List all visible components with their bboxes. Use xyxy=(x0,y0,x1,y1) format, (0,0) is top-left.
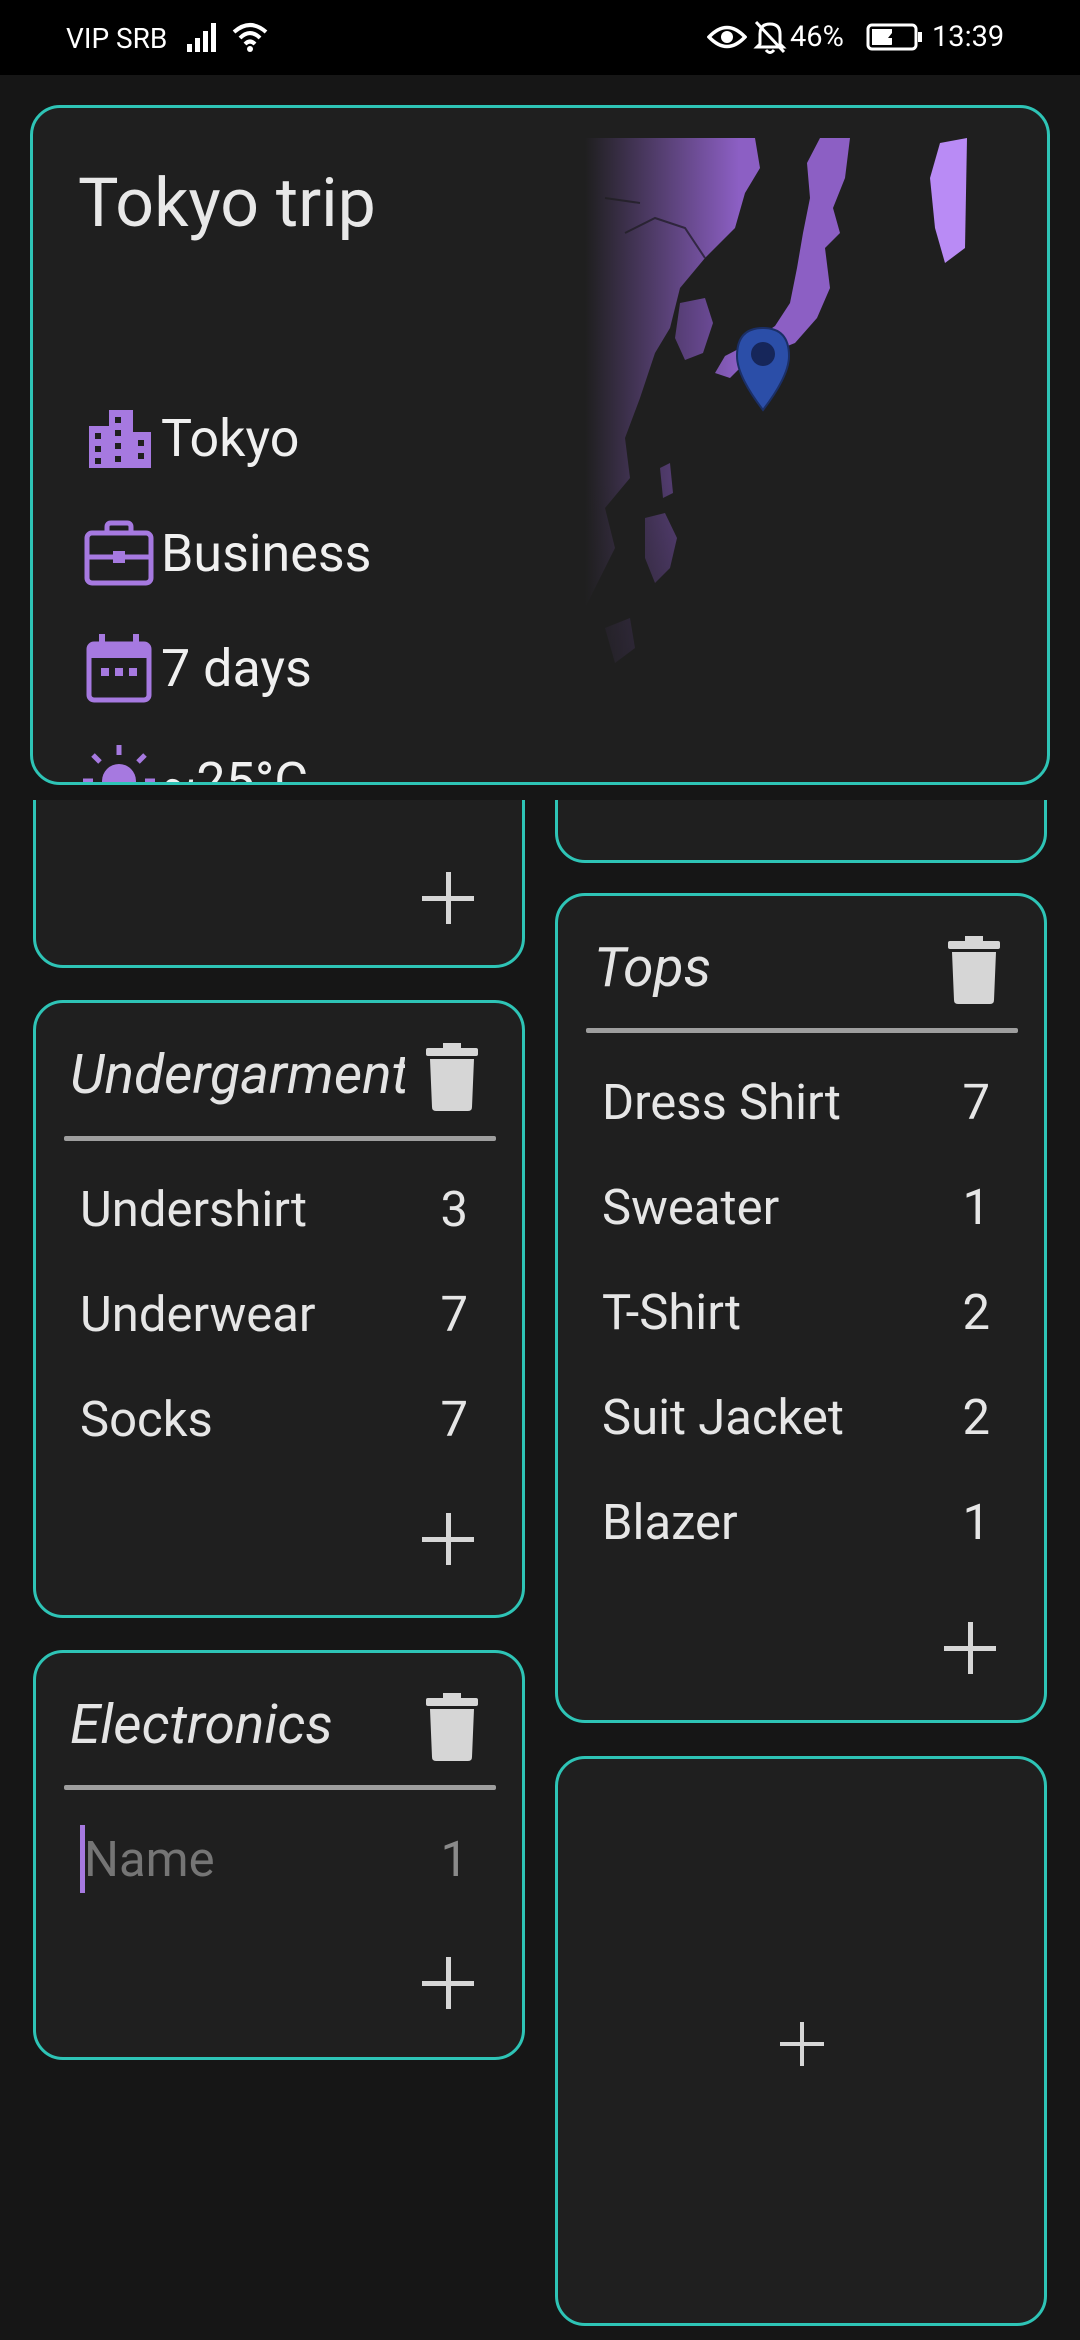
item-quantity[interactable]: 1 xyxy=(930,1179,990,1236)
category-card-undergarments: Undergarments Undershirt 3 Underwear 7 S… xyxy=(33,1000,525,1618)
category-card-tops: Tops Dress Shirt 7 Sweater 1 T-Shirt 2 S… xyxy=(555,893,1047,1723)
new-item-quantity[interactable]: 1 xyxy=(408,1831,468,1888)
weather-text: ~25°C xyxy=(161,750,309,785)
eye-icon xyxy=(707,25,747,49)
item-name[interactable]: Dress Shirt xyxy=(602,1074,841,1131)
battery-icon xyxy=(866,23,922,51)
add-item-button[interactable] xyxy=(422,1513,474,1565)
signal-icon xyxy=(187,23,216,52)
item-quantity[interactable]: 7 xyxy=(930,1074,990,1131)
add-category-icon[interactable] xyxy=(780,2022,824,2066)
category-title[interactable]: Tops xyxy=(594,936,711,1000)
category-divider xyxy=(586,1028,1018,1033)
trash-icon[interactable] xyxy=(426,1043,478,1111)
item-name[interactable]: T-Shirt xyxy=(602,1284,741,1341)
item-name[interactable]: Sweater xyxy=(602,1179,779,1236)
city-icon xyxy=(89,410,151,468)
item-name[interactable]: Socks xyxy=(80,1391,213,1448)
wifi-icon xyxy=(232,23,268,52)
trash-icon[interactable] xyxy=(948,936,1000,1004)
category-card-electronics: Electronics 1 xyxy=(33,1650,525,2060)
item-name[interactable]: Undershirt xyxy=(80,1181,307,1238)
item-quantity[interactable]: 3 xyxy=(408,1181,468,1238)
carrier-name: VIP SRB xyxy=(66,22,168,55)
category-divider xyxy=(64,1785,496,1790)
trash-icon[interactable] xyxy=(426,1693,478,1761)
item-quantity[interactable]: 2 xyxy=(930,1389,990,1446)
add-category-card[interactable] xyxy=(555,1756,1047,2326)
battery-percent: 46% xyxy=(790,20,844,54)
category-title[interactable]: Electronics xyxy=(70,1693,333,1757)
trip-summary-card[interactable]: Tokyo trip Tokyo Business 7 days ~25°C xyxy=(30,105,1050,785)
item-name[interactable]: Underwear xyxy=(80,1286,316,1343)
item-quantity[interactable]: 7 xyxy=(408,1391,468,1448)
add-item-button[interactable] xyxy=(944,1622,996,1674)
add-item-icon[interactable] xyxy=(422,872,474,924)
briefcase-icon xyxy=(84,520,154,586)
category-divider xyxy=(64,1136,496,1141)
sun-icon xyxy=(83,745,155,782)
calendar-icon xyxy=(86,634,152,703)
status-bar: VIP SRB 46% 13:39 xyxy=(0,0,1080,75)
clock: 13:39 xyxy=(932,20,1005,54)
item-quantity[interactable]: 2 xyxy=(930,1284,990,1341)
trip-type-text: Business xyxy=(161,522,372,584)
new-item-name-input[interactable] xyxy=(84,1829,384,1889)
destination-row: Tokyo xyxy=(81,398,299,478)
item-quantity[interactable]: 7 xyxy=(408,1286,468,1343)
weather-row: ~25°C xyxy=(81,741,309,785)
duration-row: 7 days xyxy=(81,628,312,708)
category-title[interactable]: Undergarments xyxy=(70,1043,405,1107)
duration-text: 7 days xyxy=(161,637,312,699)
item-name[interactable]: Blazer xyxy=(602,1494,738,1551)
trip-title: Tokyo trip xyxy=(78,163,376,243)
item-name[interactable]: Suit Jacket xyxy=(602,1389,844,1446)
destination-text: Tokyo xyxy=(161,407,300,469)
trip-type-row: Business xyxy=(81,513,372,593)
item-quantity[interactable]: 1 xyxy=(930,1494,990,1551)
bell-muted-icon xyxy=(753,20,787,54)
destination-map xyxy=(585,138,1025,763)
add-item-button[interactable] xyxy=(422,1957,474,2009)
